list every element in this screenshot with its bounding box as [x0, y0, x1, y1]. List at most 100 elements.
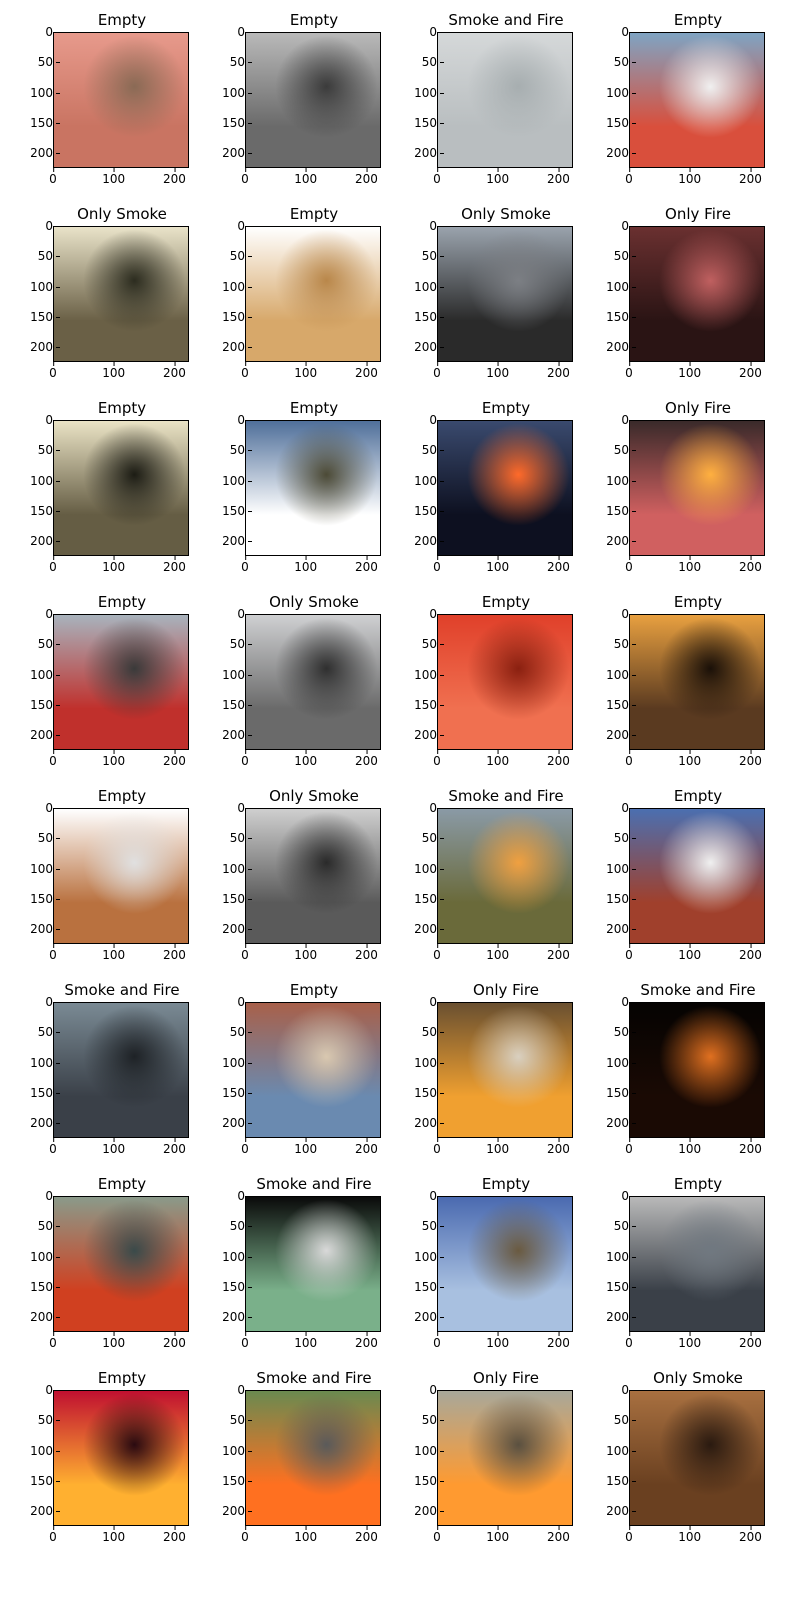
- image-panel: Empty 0 50 100 150 200 0 100 200: [30, 398, 211, 592]
- x-tick-label: 100: [294, 944, 318, 962]
- image-panel: Empty 0 50 100 150 200 0 100 200: [606, 1174, 787, 1368]
- panel-title: Empty: [673, 1175, 723, 1193]
- x-tick-label: 200: [354, 1138, 378, 1156]
- x-tick-label: 0: [433, 1526, 441, 1544]
- x-tick-label: 200: [546, 362, 570, 380]
- y-tick-label: 100: [222, 85, 252, 100]
- x-tick-label: 100: [678, 168, 702, 186]
- y-tick-label: 100: [414, 1055, 444, 1070]
- y-tick-label: 50: [37, 443, 61, 458]
- sample-image: [630, 227, 764, 361]
- y-tick-label: 200: [606, 1310, 636, 1325]
- image-frame: [437, 226, 573, 362]
- y-tick-label: 150: [414, 892, 444, 907]
- panel-title: Empty: [97, 1369, 147, 1387]
- sample-image: [630, 421, 764, 555]
- panel-title: Empty: [481, 593, 531, 611]
- y-tick-label: 0: [237, 219, 252, 233]
- y-tick-label: 100: [414, 667, 444, 682]
- y-tick-label: 100: [414, 861, 444, 876]
- image-panel: Empty 0 50 100 150 200 0 100 200: [222, 204, 403, 398]
- y-tick-label: 150: [606, 1280, 636, 1295]
- x-tick-label: 0: [241, 944, 249, 962]
- sample-image: [438, 615, 572, 749]
- y-tick-label: 50: [37, 1413, 61, 1428]
- y-tick-label: 150: [414, 504, 444, 519]
- image-panel: Smoke and Fire 0 50 100 150 200 0 100 200: [414, 10, 595, 204]
- panel-title: Empty: [97, 399, 147, 417]
- y-tick-label: 50: [37, 55, 61, 70]
- y-tick-label: 0: [45, 607, 60, 621]
- y-tick-label: 100: [222, 473, 252, 488]
- panel-title: Only Smoke: [653, 1369, 743, 1387]
- y-tick-label: 50: [229, 55, 253, 70]
- y-tick-label: 150: [414, 116, 444, 131]
- x-tick-label: 200: [738, 944, 762, 962]
- x-tick-label: 100: [294, 168, 318, 186]
- sample-image: [438, 809, 572, 943]
- x-tick-label: 0: [433, 556, 441, 574]
- panel-title: Empty: [481, 399, 531, 417]
- image-frame: [629, 614, 765, 750]
- panel-title: Only Smoke: [269, 593, 359, 611]
- y-tick-label: 150: [606, 310, 636, 325]
- image-frame: [53, 32, 189, 168]
- panel-title: Smoke and Fire: [256, 1175, 372, 1193]
- x-tick-label: 100: [294, 1526, 318, 1544]
- image-panel: Only Smoke 0 50 100 150 200 0 100 200: [606, 1368, 787, 1562]
- panel-title: Empty: [289, 11, 339, 29]
- x-tick-label: 200: [162, 1526, 186, 1544]
- image-frame: [245, 32, 381, 168]
- x-tick-label: 200: [354, 750, 378, 768]
- y-tick-label: 100: [30, 667, 60, 682]
- y-tick-label: 100: [606, 85, 636, 100]
- x-tick-label: 0: [49, 1138, 57, 1156]
- x-tick-label: 100: [678, 362, 702, 380]
- y-tick-label: 50: [37, 637, 61, 652]
- x-tick-label: 100: [486, 1526, 510, 1544]
- image-panel: Empty 0 50 100 150 200 0 100 200: [30, 786, 211, 980]
- y-tick-label: 50: [229, 443, 253, 458]
- image-frame: [437, 1002, 573, 1138]
- x-tick-label: 200: [354, 168, 378, 186]
- y-tick-label: 200: [606, 1504, 636, 1519]
- y-tick-label: 50: [613, 55, 637, 70]
- y-tick-label: 100: [222, 1249, 252, 1264]
- x-tick-label: 100: [102, 556, 126, 574]
- image-panel: Empty 0 50 100 150 200 0 100 200: [414, 1174, 595, 1368]
- y-tick-label: 150: [414, 1474, 444, 1489]
- x-tick-label: 200: [162, 1138, 186, 1156]
- panel-title: Empty: [289, 205, 339, 223]
- image-frame: [437, 420, 573, 556]
- y-tick-label: 150: [606, 504, 636, 519]
- panel-title: Empty: [289, 981, 339, 999]
- image-frame: [245, 1196, 381, 1332]
- y-tick-label: 0: [429, 801, 444, 815]
- y-tick-label: 100: [222, 279, 252, 294]
- image-frame: [53, 1390, 189, 1526]
- y-tick-label: 100: [606, 1443, 636, 1458]
- x-tick-label: 0: [625, 556, 633, 574]
- image-panel: Only Fire 0 50 100 150 200 0 100 200: [414, 980, 595, 1174]
- y-tick-label: 200: [30, 1116, 60, 1131]
- panel-title: Empty: [97, 11, 147, 29]
- y-tick-label: 200: [414, 534, 444, 549]
- x-tick-label: 100: [486, 168, 510, 186]
- x-tick-label: 100: [486, 750, 510, 768]
- x-tick-label: 100: [486, 1332, 510, 1350]
- y-tick-label: 100: [414, 1443, 444, 1458]
- y-tick-label: 50: [37, 831, 61, 846]
- sample-image: [54, 1003, 188, 1137]
- y-tick-label: 100: [222, 861, 252, 876]
- sample-image: [246, 33, 380, 167]
- sample-image: [438, 33, 572, 167]
- sample-image: [438, 1003, 572, 1137]
- y-tick-label: 100: [414, 1249, 444, 1264]
- image-grid-figure: Empty 0 50 100 150 200 0 100 200 Empty 0 50 100 150 20…: [0, 0, 800, 1600]
- x-tick-label: 0: [49, 1332, 57, 1350]
- y-tick-label: 200: [222, 728, 252, 743]
- y-tick-label: 50: [613, 249, 637, 264]
- sample-image: [54, 809, 188, 943]
- y-tick-label: 150: [30, 698, 60, 713]
- y-tick-label: 200: [606, 922, 636, 937]
